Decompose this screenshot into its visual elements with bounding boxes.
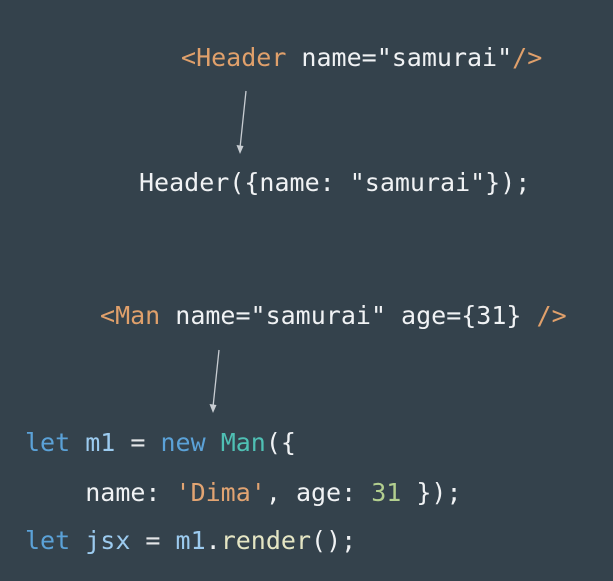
number-31: 31 <box>371 478 402 507</box>
prop-age-key: , age: <box>265 478 372 507</box>
object-m1: m1 <box>175 526 206 555</box>
variable-m1: m1 <box>85 428 116 457</box>
method-render: render <box>220 526 312 555</box>
paren-open: ({ <box>265 428 296 457</box>
dot-operator: . <box>205 526 221 555</box>
class-man: Man <box>220 428 266 457</box>
assign-operator: = <box>130 526 176 555</box>
paren-close: }); <box>401 478 462 507</box>
keyword-let: let <box>25 428 71 457</box>
variable-jsx: jsx <box>85 526 131 555</box>
keyword-let: let <box>25 526 71 555</box>
code-line-let-jsx: let jsx = m1.render(); <box>25 528 356 553</box>
string-dima: 'Dima' <box>175 478 266 507</box>
code-slide: <Header name="samurai"/> Header({name: "… <box>0 0 613 581</box>
keyword-new: new <box>160 428 206 457</box>
prop-name-key: name: <box>85 478 176 507</box>
assign-operator: = <box>115 428 161 457</box>
call-end: (); <box>311 526 357 555</box>
code-line-object-props: name: 'Dima', age: 31 }); <box>25 478 462 507</box>
code-line-let-m1: let m1 = new Man({ <box>25 430 296 455</box>
